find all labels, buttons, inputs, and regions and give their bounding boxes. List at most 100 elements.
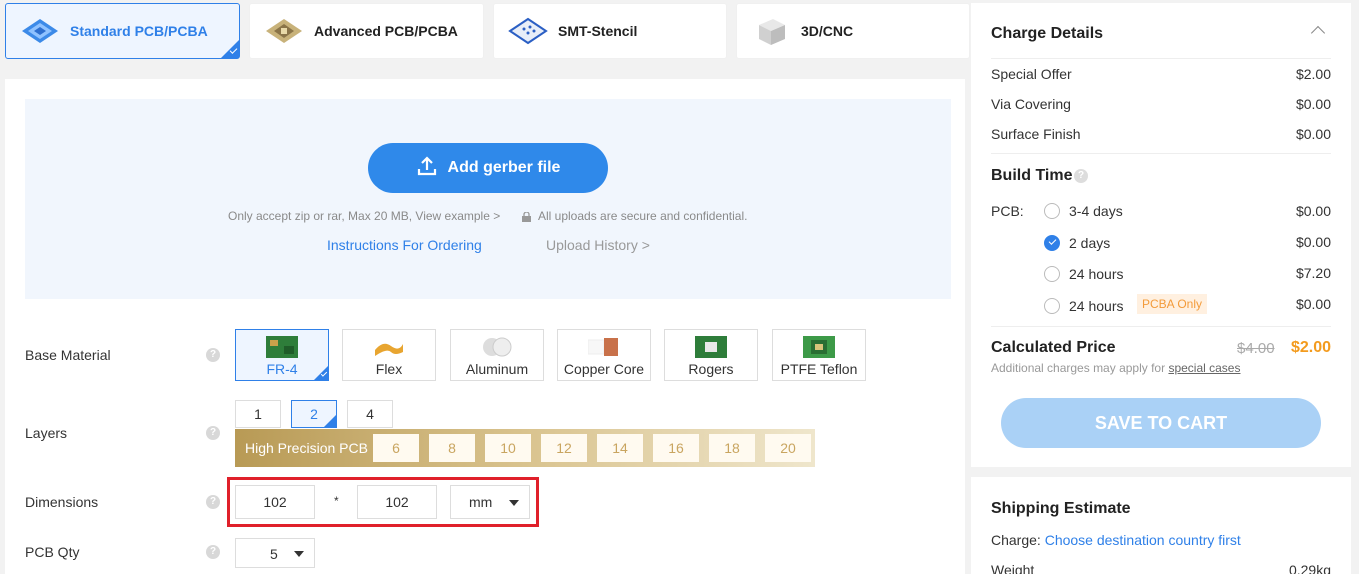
shipping-charge: Charge: Choose destination country first xyxy=(991,532,1241,548)
upload-format-note: Only accept zip or rar, Max 20 MB, View … xyxy=(228,209,501,223)
pcb-label: PCB: xyxy=(991,203,1024,219)
calculated-price-label: Calculated Price xyxy=(991,339,1116,356)
cube-icon xyxy=(749,13,793,49)
base-material-label: Base Material xyxy=(25,347,111,363)
shipping-estimate-panel: Shipping Estimate Charge: Choose destina… xyxy=(971,477,1351,574)
material-option-aluminum[interactable]: Aluminum xyxy=(450,329,544,381)
build-option-price: $0.00 xyxy=(1295,234,1331,250)
build-option-radio[interactable] xyxy=(1044,235,1060,251)
divider xyxy=(991,326,1331,327)
rogers-board-icon xyxy=(695,336,727,358)
pcb-qty-select[interactable]: 5 xyxy=(235,538,315,568)
material-option-copper-core[interactable]: Copper Core xyxy=(557,329,651,381)
build-option-radio[interactable] xyxy=(1044,266,1060,282)
material-option-ptfe-teflon[interactable]: PTFE Teflon xyxy=(772,329,866,381)
material-option-rogers[interactable]: Rogers xyxy=(664,329,758,381)
layer-option-14[interactable]: 14 xyxy=(597,434,643,462)
caret-down-icon xyxy=(294,551,304,557)
charge-label: Charge: xyxy=(991,532,1041,548)
charge-details-title: Charge Details xyxy=(991,25,1104,42)
material-option-fr4[interactable]: FR-4 xyxy=(235,329,329,381)
material-option-flex[interactable]: Flex xyxy=(342,329,436,381)
chevron-up-icon[interactable] xyxy=(1310,25,1326,41)
layer-option-6[interactable]: 6 xyxy=(373,434,419,462)
build-option-price: $7.20 xyxy=(1295,265,1331,281)
layer-option-12[interactable]: 12 xyxy=(541,434,587,462)
new-price: $2.00 xyxy=(1290,339,1331,356)
layer-option-20[interactable]: 20 xyxy=(765,434,811,462)
weight-value: 0.29kg xyxy=(1288,562,1331,574)
tab-smt-stencil[interactable]: SMT-Stencil xyxy=(493,3,727,59)
layer-option-10[interactable]: 10 xyxy=(485,434,531,462)
tab-label: 3D/CNC xyxy=(801,23,854,39)
tab-advanced-pcb[interactable]: Advanced PCB/PCBA xyxy=(249,3,484,59)
pcba-only-badge: PCBA Only xyxy=(1137,294,1208,314)
charge-row-value: $0.00 xyxy=(1295,96,1331,112)
upload-area[interactable]: Add gerber file Only accept zip or rar, … xyxy=(25,99,951,299)
old-price: $4.00 xyxy=(1237,340,1275,357)
selected-check-icon xyxy=(314,366,328,380)
tab-label: SMT-Stencil xyxy=(558,23,638,39)
layer-option-16[interactable]: 16 xyxy=(653,434,699,462)
build-option-label: 3-4 days xyxy=(1069,203,1123,219)
fr4-board-icon xyxy=(266,336,298,358)
ptfe-board-icon xyxy=(803,336,835,358)
help-icon[interactable]: ? xyxy=(206,545,220,559)
tab-standard-pcb[interactable]: Standard PCB/PCBA xyxy=(5,3,240,59)
highlight-box xyxy=(227,477,539,527)
build-option-price: $0.00 xyxy=(1295,296,1331,312)
material-label: Rogers xyxy=(688,361,734,377)
charge-details-panel: Charge Details Special Offer $2.00 Via C… xyxy=(971,3,1351,467)
material-label: PTFE Teflon xyxy=(780,361,858,377)
tab-label: Standard PCB/PCBA xyxy=(70,23,208,39)
layer-option-18[interactable]: 18 xyxy=(709,434,755,462)
lock-icon xyxy=(522,209,531,222)
charge-row-label: Surface Finish xyxy=(991,126,1081,142)
selected-check-icon xyxy=(221,40,239,58)
instructions-link[interactable]: Instructions For Ordering xyxy=(327,237,482,253)
upload-history-link[interactable]: Upload History > xyxy=(546,237,650,253)
add-gerber-button[interactable]: Add gerber file xyxy=(368,143,608,193)
build-option-radio[interactable] xyxy=(1044,298,1060,314)
additional-note-text: Additional charges may apply for xyxy=(991,361,1166,375)
pcb-qty-value: 5 xyxy=(270,546,278,562)
layer-option-1[interactable]: 1 xyxy=(235,400,281,428)
layer-option-8[interactable]: 8 xyxy=(429,434,475,462)
pcb-qty-label: PCB Qty xyxy=(25,544,80,560)
build-time-title: Build Time xyxy=(991,167,1073,184)
layer-option-2[interactable]: 2 xyxy=(291,400,337,428)
special-cases-link[interactable]: special cases xyxy=(1168,361,1240,375)
material-label: Copper Core xyxy=(563,361,645,377)
help-icon[interactable]: ? xyxy=(206,495,220,509)
flex-board-icon xyxy=(373,336,405,358)
divider xyxy=(991,58,1331,59)
build-option-label: 24 hours xyxy=(1069,298,1124,314)
high-precision-bar: High Precision PCB 6 8 10 12 14 16 18 20 xyxy=(235,429,815,467)
add-gerber-label: Add gerber file xyxy=(447,159,561,176)
charge-row-value: $2.00 xyxy=(1295,66,1331,82)
layers-label: Layers xyxy=(25,425,68,441)
shipping-title: Shipping Estimate xyxy=(991,500,1131,517)
build-option-label: 2 days xyxy=(1069,235,1111,251)
copper-core-icon xyxy=(587,336,620,358)
help-icon[interactable]: ? xyxy=(1074,169,1088,183)
material-label: Flex xyxy=(375,361,403,377)
build-option-radio[interactable] xyxy=(1044,203,1060,219)
tab-label: Advanced PCB/PCBA xyxy=(314,23,458,39)
layer-option-4[interactable]: 4 xyxy=(347,400,393,428)
selected-check-icon xyxy=(324,415,336,427)
tab-3d-cnc[interactable]: 3D/CNC xyxy=(736,3,970,59)
chip-icon xyxy=(262,13,306,49)
divider xyxy=(991,153,1331,154)
additional-charges-note: Additional charges may apply for special… xyxy=(991,361,1240,375)
material-label: Aluminum xyxy=(465,361,529,377)
stencil-icon xyxy=(506,13,550,49)
secure-note: All uploads are secure and confidential. xyxy=(538,209,748,223)
help-icon[interactable]: ? xyxy=(206,426,220,440)
build-option-price: $0.00 xyxy=(1295,203,1331,219)
choose-country-link[interactable]: Choose destination country first xyxy=(1045,532,1241,548)
charge-row-label: Special Offer xyxy=(991,66,1072,82)
help-icon[interactable]: ? xyxy=(206,348,220,362)
save-to-cart-button[interactable]: SAVE TO CART xyxy=(1001,398,1321,448)
aluminum-board-icon xyxy=(481,336,513,358)
